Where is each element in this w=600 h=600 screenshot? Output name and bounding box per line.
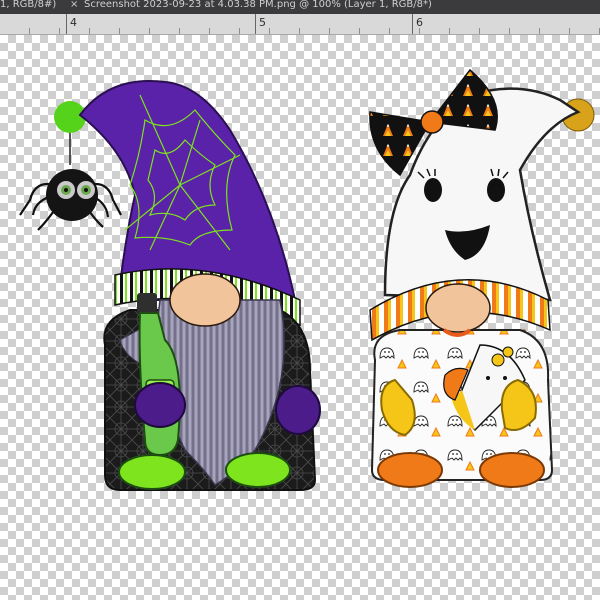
active-document-tab[interactable]: Screenshot 2023-09-23 at 4.03.38 PM.png … [84, 0, 432, 12]
witch-gnome [19, 80, 321, 491]
ghost-gnome [369, 68, 595, 488]
gnome-nose [169, 273, 241, 327]
horizontal-ruler[interactable]: 4 5 6 [0, 14, 600, 35]
ruler-major-tick [255, 14, 256, 34]
ruler-label-6: 6 [416, 16, 423, 29]
gnome-artwork [19, 68, 595, 491]
ruler-major-tick [412, 14, 413, 34]
spider [19, 130, 122, 231]
close-tab-icon[interactable]: × [70, 0, 78, 12]
ruler-label-5: 5 [259, 16, 266, 29]
document-tab-bar: 1, RGB/8#) × Screenshot 2023-09-23 at 4.… [0, 0, 600, 14]
ruler-major-tick [66, 14, 67, 34]
previous-document-tab[interactable]: 1, RGB/8#) [0, 0, 56, 12]
ruler-label-4: 4 [70, 16, 77, 29]
document-canvas[interactable] [0, 35, 600, 600]
